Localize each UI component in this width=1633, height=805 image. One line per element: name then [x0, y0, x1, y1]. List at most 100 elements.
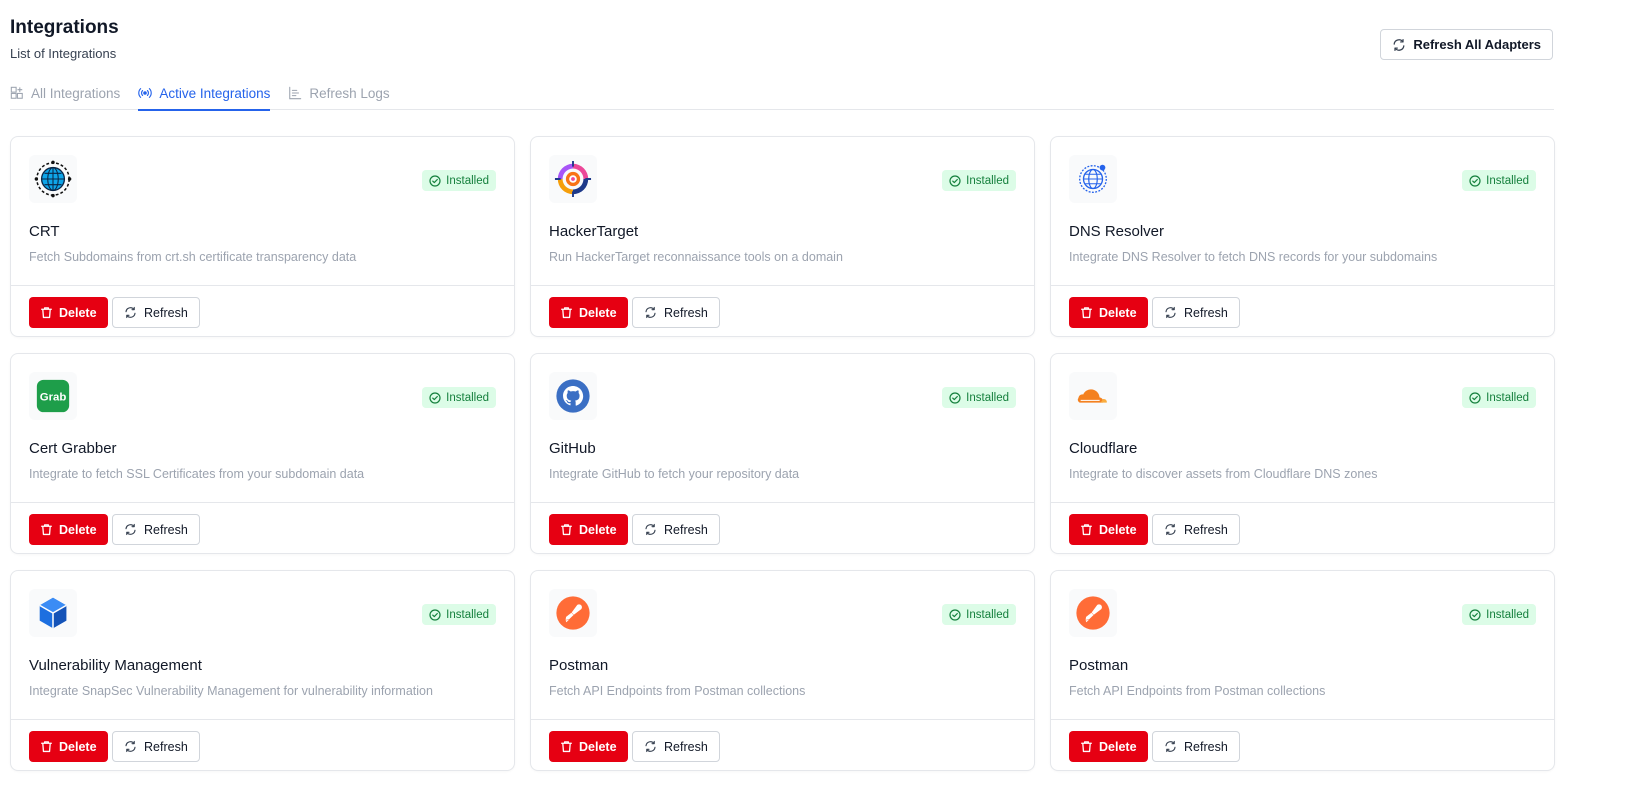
integration-description: Integrate DNS Resolver to fetch DNS reco… — [1069, 250, 1438, 264]
refresh-icon — [645, 740, 656, 753]
grab-logo-icon: Grab — [36, 379, 70, 413]
status-badge: Installed — [1462, 604, 1536, 625]
integration-name: GitHub — [549, 440, 596, 457]
page-header: Integrations List of Integrations — [10, 16, 119, 63]
page-subtitle: List of Integrations — [10, 46, 117, 61]
delete-label: Delete — [1099, 522, 1137, 537]
delete-button[interactable]: Delete — [1069, 731, 1148, 762]
card-divider — [1051, 502, 1554, 503]
grid-plus-icon — [10, 86, 23, 99]
check-circle-icon — [429, 391, 441, 404]
trash-icon — [1081, 307, 1092, 319]
integration-description: Fetch Subdomains from crt.sh certificate… — [29, 250, 357, 264]
refresh-button[interactable]: Refresh — [632, 514, 720, 545]
trash-icon — [41, 741, 52, 753]
delete-button[interactable]: Delete — [29, 514, 108, 545]
tab-active-integrations[interactable]: Active Integrations — [138, 76, 288, 111]
card-divider — [11, 719, 514, 720]
refresh-button[interactable]: Refresh — [632, 297, 720, 328]
integration-logo — [29, 155, 77, 203]
integration-logo — [1069, 155, 1117, 203]
card-divider — [531, 502, 1034, 503]
status-badge: Installed — [422, 387, 496, 408]
integration-card: Installed Cloudflare Integrate to discov… — [1050, 353, 1555, 554]
page-title: Integrations — [10, 17, 119, 38]
integration-card: Installed DNS Resolver Integrate DNS Res… — [1050, 136, 1555, 337]
integration-logo — [549, 372, 597, 420]
trash-icon — [1081, 524, 1092, 536]
refresh-icon — [645, 306, 656, 319]
integration-logo — [549, 155, 597, 203]
tab-label: Refresh Logs — [309, 85, 390, 101]
refresh-label: Refresh — [144, 739, 188, 754]
tab-label: All Integrations — [31, 85, 121, 101]
trash-icon — [1081, 741, 1092, 753]
delete-button[interactable]: Delete — [29, 297, 108, 328]
status-label: Installed — [446, 391, 489, 404]
status-badge: Installed — [942, 170, 1016, 191]
card-divider — [1051, 285, 1554, 286]
delete-button[interactable]: Delete — [549, 514, 628, 545]
integration-logo: Grab — [29, 372, 77, 420]
integration-description: Integrate to discover assets from Cloudf… — [1069, 467, 1378, 481]
integration-name: Vulnerability Management — [29, 657, 202, 674]
cloudflare-icon — [1077, 389, 1107, 403]
integration-description: Fetch API Endpoints from Postman collect… — [549, 684, 806, 698]
refresh-button[interactable]: Refresh — [1152, 297, 1240, 328]
trash-icon — [561, 307, 572, 319]
integration-name: Cloudflare — [1069, 440, 1138, 457]
integration-description: Integrate to fetch SSL Certificates from… — [29, 467, 365, 481]
delete-label: Delete — [579, 739, 617, 754]
integration-card: Installed HackerTarget Run HackerTarget … — [530, 136, 1035, 337]
delete-button[interactable]: Delete — [1069, 297, 1148, 328]
integration-name: CRT — [29, 223, 60, 240]
refresh-button[interactable]: Refresh — [112, 731, 200, 762]
status-label: Installed — [1486, 391, 1529, 404]
refresh-button[interactable]: Refresh — [112, 297, 200, 328]
delete-button[interactable]: Delete — [549, 297, 628, 328]
card-divider — [1051, 719, 1554, 720]
integrations-grid: Installed CRT Fetch Subdomains from crt.… — [10, 136, 1555, 771]
card-divider — [531, 719, 1034, 720]
trash-icon — [561, 741, 572, 753]
integration-description: Integrate SnapSec Vulnerability Manageme… — [29, 684, 433, 698]
globe-icon — [34, 160, 72, 198]
check-circle-icon — [1469, 608, 1481, 621]
trash-icon — [561, 524, 572, 536]
status-badge: Installed — [1462, 170, 1536, 191]
card-divider — [11, 285, 514, 286]
check-circle-icon — [429, 174, 441, 187]
grab-logo-text: Grab — [40, 391, 67, 403]
refresh-label: Refresh — [664, 305, 708, 320]
cube-icon — [39, 597, 67, 629]
integration-description: Integrate GitHub to fetch your repositor… — [549, 467, 800, 481]
trash-icon — [41, 524, 52, 536]
tab-label: Active Integrations — [159, 85, 271, 101]
refresh-label: Refresh — [1184, 522, 1228, 537]
delete-label: Delete — [579, 305, 617, 320]
delete-button[interactable]: Delete — [1069, 514, 1148, 545]
tab-all-integrations[interactable]: All Integrations — [10, 76, 138, 110]
refresh-label: Refresh — [144, 305, 188, 320]
check-circle-icon — [949, 608, 961, 621]
delete-button[interactable]: Delete — [29, 731, 108, 762]
refresh-button[interactable]: Refresh — [112, 514, 200, 545]
refresh-all-adapters-button[interactable]: Refresh All Adapters — [1380, 29, 1553, 60]
status-label: Installed — [966, 608, 1009, 621]
refresh-button[interactable]: Refresh — [1152, 514, 1240, 545]
integration-logo — [29, 589, 77, 637]
delete-label: Delete — [1099, 305, 1137, 320]
refresh-button[interactable]: Refresh — [1152, 731, 1240, 762]
integration-description: Fetch API Endpoints from Postman collect… — [1069, 684, 1326, 698]
refresh-icon — [125, 740, 136, 753]
postman-icon — [1076, 596, 1110, 630]
integration-card: Installed GitHub Integrate GitHub to fet… — [530, 353, 1035, 554]
target-icon — [554, 160, 592, 198]
delete-button[interactable]: Delete — [549, 731, 628, 762]
refresh-label: Refresh — [664, 522, 708, 537]
integration-card: Grab Installed Cert Grabber Integrate to… — [10, 353, 515, 554]
tab-refresh-logs[interactable]: Refresh Logs — [288, 76, 407, 110]
dns-globe-icon — [1079, 164, 1107, 193]
integration-name: Cert Grabber — [29, 440, 117, 457]
refresh-button[interactable]: Refresh — [632, 731, 720, 762]
